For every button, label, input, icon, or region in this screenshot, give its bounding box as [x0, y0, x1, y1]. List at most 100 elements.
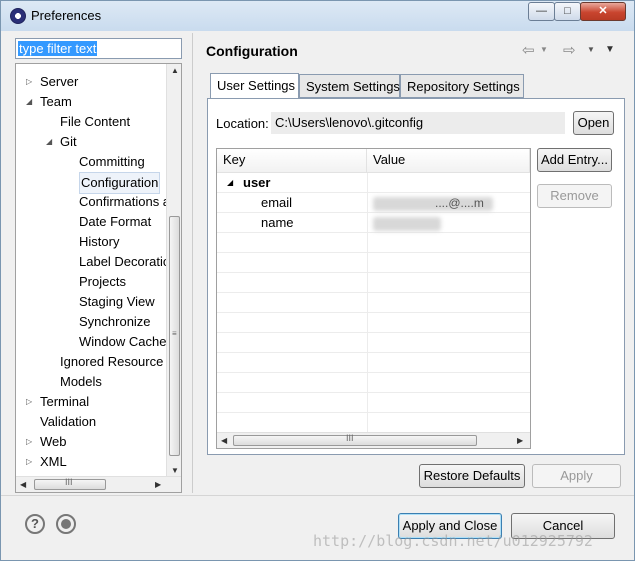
tree-item-label: Synchronize	[79, 314, 151, 329]
location-field: C:\Users\lenovo\.gitconfig	[271, 112, 565, 134]
scroll-left-icon[interactable]: ◀	[221, 436, 227, 445]
scroll-left-icon[interactable]: ◀	[20, 480, 26, 489]
tree-item-label: Configuration	[79, 172, 161, 194]
tree-item-label: XML	[40, 454, 67, 469]
expand-icon[interactable]: ▷	[26, 452, 32, 472]
open-button[interactable]: Open	[573, 111, 614, 135]
cancel-button[interactable]: Cancel	[511, 513, 615, 539]
scroll-right-icon[interactable]: ▶	[517, 436, 523, 445]
filter-text: type filter text	[18, 41, 98, 56]
row-key: email	[261, 195, 293, 210]
expand-icon[interactable]: ▷	[26, 392, 32, 412]
forward-dropdown-icon[interactable]: ▼	[587, 45, 595, 54]
table-row	[217, 273, 530, 293]
filter-input[interactable]: type filter text	[15, 38, 182, 59]
table-horizontal-scrollbar[interactable]: ◀ III ▶	[217, 432, 530, 448]
row-key: name	[261, 215, 294, 230]
table-row	[217, 233, 530, 253]
table-row	[217, 253, 530, 273]
add-entry-button[interactable]: Add Entry...	[537, 148, 612, 172]
redacted-value	[373, 217, 441, 231]
tree-item-label: Label Decoratio	[79, 254, 171, 269]
tree-item-label: Window Cache	[79, 334, 167, 349]
help-icon[interactable]: ?	[25, 514, 45, 534]
scroll-right-icon[interactable]: ▶	[155, 480, 161, 489]
tree-item-label: Models	[60, 374, 102, 389]
record-dot	[61, 519, 71, 529]
tab-label: Repository Settings	[407, 79, 520, 94]
preferences-tree: ▷ XML ▷ Web Validation ▷ Terminal Models Ignored…	[15, 63, 182, 493]
tab-label: System Settings	[306, 79, 400, 94]
restore-defaults-button[interactable]: Restore Defaults	[419, 464, 525, 488]
tab-label: User Settings	[217, 78, 296, 93]
tree-horizontal-scrollbar[interactable]: ◀ III ▶	[16, 476, 181, 492]
table-row[interactable]: email ....@....m	[217, 193, 530, 213]
back-icon[interactable]: ⇦	[522, 41, 535, 59]
table-row	[217, 373, 530, 393]
tree-item-label: Web	[40, 434, 67, 449]
table-row	[217, 353, 530, 373]
tree-item-label: History	[79, 234, 120, 249]
table-row	[217, 293, 530, 313]
page-title: Configuration	[206, 43, 298, 59]
scroll-down-icon[interactable]: ▼	[171, 466, 179, 475]
remove-button[interactable]: Remove	[537, 184, 612, 208]
apply-and-close-button[interactable]: Apply and Close	[398, 513, 502, 539]
table-row[interactable]: name	[217, 213, 530, 233]
tree-item-label: Validation	[40, 414, 97, 429]
scroll-up-icon[interactable]: ▲	[171, 66, 179, 75]
config-table: Key Value ◢ user email ....@....m name ◀…	[216, 148, 531, 449]
title-bar: Preferences — □ ✕	[1, 1, 634, 31]
row-key: user	[243, 175, 271, 190]
view-menu-icon[interactable]: ▼	[605, 44, 615, 55]
expand-icon[interactable]: ▷	[26, 72, 32, 92]
forward-icon[interactable]: ⇨	[563, 41, 576, 59]
tree-item-label: Date Format	[79, 214, 152, 229]
back-dropdown-icon[interactable]: ▼	[540, 45, 548, 54]
panel-splitter[interactable]	[192, 33, 193, 493]
tree-item-label: Staging View	[79, 294, 155, 309]
table-row	[217, 313, 530, 333]
table-row[interactable]: ◢ user	[217, 173, 530, 193]
tab-repository-settings[interactable]: Repository Settings	[400, 74, 524, 98]
grip-icon: ≡	[172, 329, 177, 338]
close-button[interactable]: ✕	[580, 2, 626, 21]
tree-item-label: Git	[60, 134, 77, 149]
table-horizontal-thumb[interactable]: III	[233, 433, 477, 446]
minimize-button[interactable]: —	[528, 2, 555, 21]
tab-system-settings[interactable]: System Settings	[299, 74, 400, 98]
expand-icon[interactable]: ◢	[227, 173, 233, 193]
preferences-window: Preferences — □ ✕ type filter text ▷ XML ▷…	[0, 0, 635, 561]
tree-item-label: Team	[40, 94, 72, 109]
grip-icon: III	[65, 477, 73, 487]
apply-button[interactable]: Apply	[532, 464, 621, 488]
grip-icon: III	[346, 433, 354, 443]
collapse-icon[interactable]: ◢	[26, 92, 32, 112]
tree-vertical-thumb[interactable]: ≡	[169, 216, 180, 456]
tree-item-label: Ignored Resource	[60, 354, 164, 369]
tree-vertical-scrollbar[interactable]: ▲ ≡ ▼	[166, 64, 181, 478]
location-label: Location:	[216, 116, 269, 131]
tab-user-settings[interactable]: User Settings	[210, 73, 299, 98]
user-settings-panel: Location: C:\Users\lenovo\.gitconfig Ope…	[207, 98, 625, 455]
footer-divider	[1, 495, 634, 496]
maximize-button[interactable]: □	[554, 2, 581, 21]
tree-item-label: Confirmations a	[79, 194, 171, 209]
tree-item-label: Server	[40, 74, 79, 89]
table-row	[217, 413, 530, 433]
collapse-icon[interactable]: ◢	[46, 132, 52, 152]
tree-horizontal-thumb[interactable]: III	[34, 477, 106, 490]
eclipse-icon	[10, 8, 26, 24]
column-header-value[interactable]: Value	[367, 149, 530, 173]
tree-item-label: File Content	[60, 114, 131, 129]
left-panel: type filter text ▷ XML ▷ Web Validation ▷ Term…	[9, 35, 192, 495]
record-icon[interactable]	[56, 514, 76, 534]
column-header-key[interactable]: Key	[217, 149, 367, 173]
table-row	[217, 393, 530, 413]
tree-item-label: Terminal	[40, 394, 90, 409]
table-row	[217, 333, 530, 353]
window-title: Preferences	[31, 8, 102, 23]
tree-item-label: Committing	[79, 154, 145, 169]
row-value-fragment: ....@....m	[435, 196, 484, 210]
expand-icon[interactable]: ▷	[26, 432, 32, 452]
